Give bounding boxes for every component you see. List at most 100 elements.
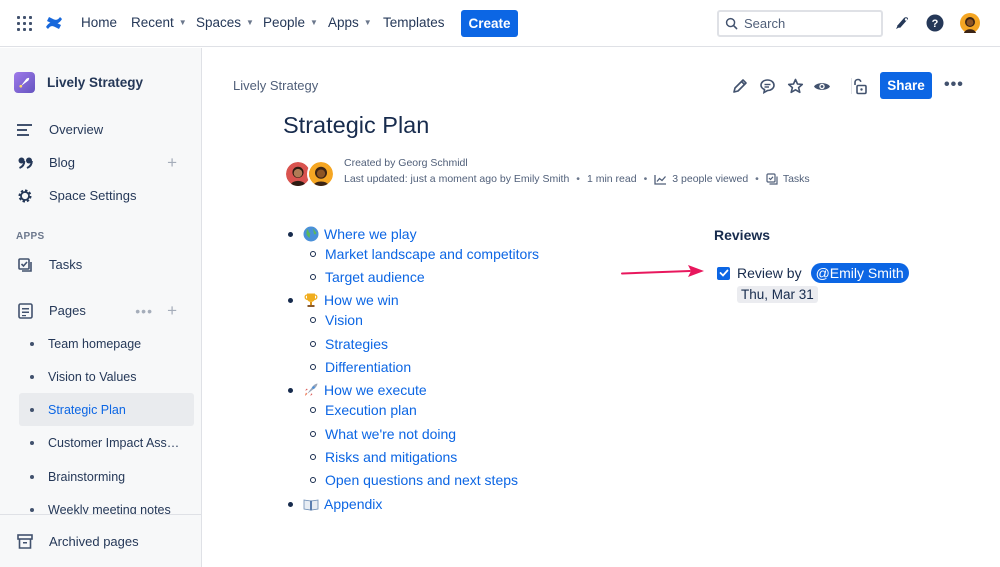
chevron-down-icon: ▼ — [310, 18, 318, 27]
sidebar-item-overview[interactable]: Overview — [0, 113, 201, 146]
outline-link[interactable]: How we win — [324, 292, 399, 308]
nav-templates[interactable]: Templates — [383, 15, 445, 30]
page-tree-item-selected[interactable]: Strategic Plan — [19, 393, 194, 426]
create-button[interactable]: Create — [461, 10, 518, 37]
reviews-heading: Reviews — [714, 227, 771, 243]
outline-item[interactable]: Differentiation — [310, 359, 411, 375]
sidebar-item-space-settings[interactable]: Space Settings — [0, 179, 201, 212]
bullet-dot — [30, 407, 34, 412]
bullet-dot — [30, 374, 34, 379]
add-page-plus-icon[interactable]: + — [167, 302, 177, 319]
star-icon[interactable] — [785, 76, 805, 96]
gear-icon — [16, 187, 34, 205]
sidebar-item-label: Archived pages — [49, 533, 139, 549]
space-header[interactable]: Lively Strategy — [14, 72, 143, 93]
byline-viewed[interactable]: 3 people viewed — [672, 173, 748, 185]
outline-item[interactable]: Target audience — [310, 269, 425, 285]
page-tree-item[interactable]: Brainstorming — [19, 460, 194, 493]
outline-item[interactable]: Risks and mitigations — [310, 449, 457, 465]
outline-item[interactable]: Strategies — [310, 336, 388, 352]
outline-link[interactable]: Differentiation — [325, 359, 411, 375]
byline-read-time: 1 min read — [586, 173, 637, 185]
nav-spaces[interactable]: Spaces ▼ — [196, 15, 254, 30]
globe-icon — [303, 226, 319, 242]
outline-link[interactable]: Where we play — [324, 226, 417, 242]
open-book-icon — [303, 496, 319, 512]
sidebar-item-archived-pages[interactable]: Archived pages — [0, 514, 201, 567]
outline-item[interactable]: How we execute — [288, 382, 427, 398]
nav-people[interactable]: People ▼ — [263, 15, 318, 30]
add-blog-plus-icon[interactable]: + — [167, 154, 177, 171]
task-text[interactable]: Review by — [737, 265, 802, 281]
analytics-chart-icon — [654, 174, 667, 185]
byline-last-updated[interactable]: Last updated: just a moment ago by Emily… — [344, 173, 569, 185]
outline-link[interactable]: Vision — [325, 312, 363, 328]
page-tree-label: Customer Impact Ass… — [48, 435, 180, 450]
watch-eye-icon[interactable] — [812, 76, 832, 96]
outline-item[interactable]: Vision — [310, 312, 363, 328]
annotation-arrow-icon — [621, 265, 704, 277]
search-input[interactable] — [744, 16, 864, 31]
separator-dot: • — [576, 173, 580, 185]
space-avatar-rocket-icon — [14, 72, 35, 93]
separator-dot: • — [755, 173, 759, 185]
sidebar-item-label: Overview — [49, 122, 104, 137]
outline-link[interactable]: Strategies — [325, 336, 388, 352]
outline-item[interactable]: Execution plan — [310, 402, 417, 418]
bullet-dot — [30, 507, 34, 512]
outline-item[interactable]: Appendix — [288, 496, 382, 512]
editor-avatar-emily[interactable] — [307, 160, 335, 188]
outline-link[interactable]: Execution plan — [325, 402, 417, 418]
page-tree-item[interactable]: Customer Impact Ass… — [19, 426, 194, 459]
comment-icon[interactable] — [757, 76, 777, 96]
confluence-logo-icon[interactable] — [44, 13, 64, 33]
outline-link[interactable]: Open questions and next steps — [325, 472, 518, 488]
app-switcher-icon[interactable] — [17, 16, 32, 31]
task-checkbox[interactable] — [717, 266, 730, 280]
user-mention[interactable]: @Emily Smith — [810, 263, 909, 283]
outline-link[interactable]: What we're not doing — [325, 426, 456, 442]
task-due-date[interactable]: Thu, Mar 31 — [737, 286, 818, 303]
outline-item[interactable]: What we're not doing — [310, 426, 456, 442]
share-button[interactable]: Share — [880, 72, 932, 99]
blog-quote-icon — [16, 154, 34, 172]
outline-link[interactable]: Appendix — [324, 496, 382, 512]
outline-item[interactable]: How we win — [288, 292, 399, 308]
edit-pencil-icon[interactable] — [730, 76, 750, 96]
outline-item[interactable]: Market landscape and competitors — [310, 246, 539, 262]
trophy-icon — [303, 292, 319, 308]
restrictions-unlock-icon[interactable] — [849, 76, 869, 96]
help-icon[interactable]: ? — [925, 13, 945, 33]
outline-link[interactable]: How we execute — [324, 382, 427, 398]
sidebar-item-tasks[interactable]: Tasks — [0, 248, 201, 281]
outline-link[interactable]: Target audience — [325, 269, 425, 285]
outline-link[interactable]: Risks and mitigations — [325, 449, 457, 465]
bullet-dot — [30, 440, 34, 445]
breadcrumb[interactable]: Lively Strategy — [233, 78, 318, 93]
page-tree-item[interactable]: Vision to Values — [19, 360, 194, 393]
outline-item[interactable]: Where we play — [288, 226, 417, 242]
nav-home[interactable]: Home — [81, 15, 117, 30]
more-actions-icon[interactable]: ••• — [944, 76, 964, 94]
notifications-icon[interactable] — [892, 13, 912, 33]
nav-recent[interactable]: Recent ▼ — [131, 15, 187, 30]
outline-link[interactable]: Market landscape and competitors — [325, 246, 539, 262]
nav-apps[interactable]: Apps ▼ — [328, 15, 372, 30]
byline-tasks[interactable]: Tasks — [783, 173, 810, 185]
outline-item[interactable]: Open questions and next steps — [310, 472, 518, 488]
bullet-dot — [288, 501, 293, 507]
archive-icon — [16, 532, 34, 550]
sidebar-item-pages[interactable]: Pages ••• + — [0, 294, 201, 327]
search-box[interactable] — [717, 10, 883, 37]
checkmark-icon — [719, 269, 728, 277]
tasks-icon — [766, 173, 778, 185]
bullet-dot — [30, 474, 34, 479]
chevron-down-icon: ▼ — [246, 18, 254, 27]
bullet-circle — [310, 431, 316, 437]
page-tree-item[interactable]: Team homepage — [19, 327, 194, 360]
page-tree-label: Brainstorming — [48, 469, 126, 484]
user-avatar[interactable] — [960, 13, 980, 33]
search-icon — [725, 17, 738, 30]
sidebar-item-blog[interactable]: Blog + — [0, 146, 201, 179]
more-actions-icon[interactable]: ••• — [135, 303, 153, 319]
